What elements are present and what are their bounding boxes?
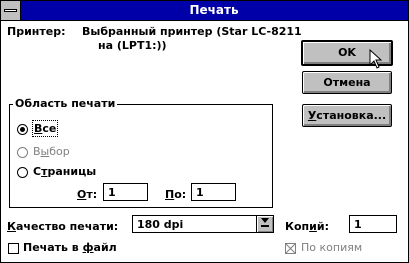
print-to-file-checkbox[interactable]	[8, 243, 19, 254]
radio-pages[interactable]	[17, 167, 28, 178]
to-input[interactable]: 1	[191, 183, 236, 201]
quality-select[interactable]: 180 dpi	[132, 215, 274, 233]
title-bar: Печать	[1, 1, 408, 21]
to-label: По:	[165, 188, 187, 201]
collate-checkbox[interactable]	[285, 243, 296, 254]
quality-label: Качество печати:	[7, 220, 119, 233]
copies-label: Копий:	[285, 220, 329, 233]
from-label: От:	[77, 188, 98, 201]
printer-name-line2: на (LPT1:))	[98, 39, 167, 52]
radio-all-label: Все	[31, 120, 59, 137]
print-dialog: Печать Принтер: Выбранный принтер (Star …	[0, 0, 409, 263]
cancel-button[interactable]: Отмена	[302, 71, 392, 94]
setup-button[interactable]: Установка...	[302, 104, 392, 127]
from-input[interactable]: 1	[103, 183, 148, 201]
radio-selection-label: Выбор	[33, 145, 70, 158]
radio-selection[interactable]	[17, 147, 28, 158]
combo-arrow-icon[interactable]	[256, 215, 274, 233]
print-range-title: Область печати	[13, 97, 118, 110]
quality-value: 180 dpi	[137, 218, 184, 231]
cancel-button-label: Отмена	[323, 76, 371, 89]
system-menu-icon[interactable]	[1, 1, 21, 20]
radio-all[interactable]	[17, 124, 28, 135]
printer-label: Принтер:	[7, 25, 66, 38]
copies-input[interactable]: 1	[349, 215, 397, 233]
radio-pages-label: Страницы	[33, 165, 97, 178]
window-title: Печать	[189, 3, 239, 17]
setup-button-label: Установка...	[307, 109, 387, 122]
printer-name-line1: Выбранный принтер (Star LC-8211	[82, 25, 302, 38]
arrow-cursor-icon	[369, 49, 383, 69]
print-to-file-label: Печать в файл	[23, 241, 117, 254]
collate-label: По копиям	[301, 241, 363, 254]
